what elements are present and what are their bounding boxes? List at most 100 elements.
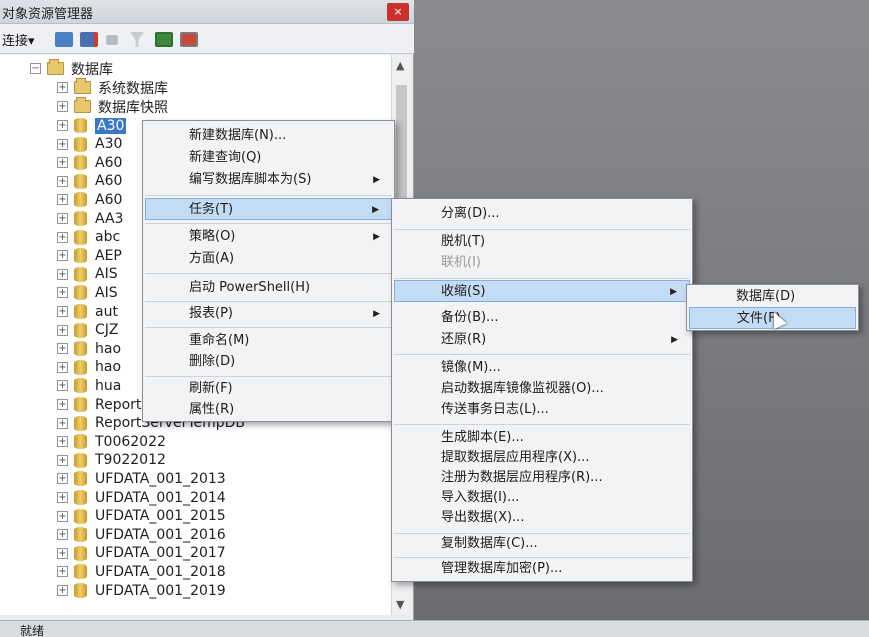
expand-icon[interactable]: + <box>57 380 68 392</box>
tree-node-database[interactable]: + AIS <box>57 265 118 284</box>
menu-item-shrink[interactable]: 收缩(S) ▶ <box>394 280 690 302</box>
expand-icon[interactable]: + <box>57 454 68 466</box>
tree-node-database[interactable]: + hua <box>57 376 121 395</box>
expand-icon[interactable]: + <box>57 361 68 373</box>
tree-node-database[interactable]: + UFDATA_001_2014 <box>57 488 226 507</box>
menu-item-launch-mirror-monitor[interactable]: 启动数据库镜像监视器(O)... <box>394 378 690 400</box>
menu-item-script-database[interactable]: 编写数据库脚本为(S) ▶ <box>145 169 392 191</box>
expand-icon[interactable]: + <box>57 566 68 578</box>
tree-node-database[interactable]: + UFDATA_001_2018 <box>57 562 226 581</box>
menu-item-facets[interactable]: 方面(A) <box>145 248 392 270</box>
collapse-icon[interactable]: − <box>30 63 41 74</box>
tree-node-database[interactable]: + A60 <box>57 190 122 209</box>
menu-item-mirror[interactable]: 镜像(M)... <box>394 357 690 379</box>
tree-node-database[interactable]: + AEP <box>57 246 122 265</box>
expand-icon[interactable]: + <box>57 343 68 355</box>
scroll-up-icon[interactable]: ▲ <box>396 59 404 72</box>
expand-icon[interactable]: + <box>57 287 68 299</box>
menu-item-reports[interactable]: 报表(P) ▶ <box>145 303 392 325</box>
tree-node-database[interactable]: + UFDATA_001_2019 <box>57 581 226 600</box>
menu-item-register-data-tier-app[interactable]: 注册为数据层应用程序(R)... <box>394 467 690 489</box>
refresh-icon[interactable] <box>155 32 173 47</box>
tree-node-database[interactable]: + abc <box>57 228 120 247</box>
expand-icon[interactable]: + <box>57 231 68 243</box>
menu-item-backup[interactable]: 备份(B)... <box>394 307 690 329</box>
menu-item-rename[interactable]: 重命名(M) <box>145 330 392 352</box>
tree-node-database[interactable]: + T0062022 <box>57 432 166 451</box>
tree-node-database[interactable]: + A60 <box>57 153 122 172</box>
tree-node-database[interactable]: + A30 <box>57 116 127 135</box>
expand-icon[interactable]: + <box>57 436 68 448</box>
tree-node-database[interactable]: + A30 <box>57 135 122 154</box>
connect-dropdown-button[interactable]: 连接▾ <box>2 30 35 49</box>
menu-item-delete[interactable]: 删除(D) <box>145 351 392 373</box>
tree-node-database[interactable]: + T9022012 <box>57 451 166 470</box>
folder-icon <box>47 59 64 75</box>
tree-node-database-snapshots[interactable]: + 数据库快照 <box>57 97 168 116</box>
tree-node-databases[interactable]: − 数据库 <box>30 59 113 78</box>
expand-icon[interactable]: + <box>57 324 68 336</box>
expand-icon[interactable]: + <box>57 268 68 280</box>
expand-icon[interactable]: + <box>57 417 68 429</box>
menu-item-ship-transaction-logs[interactable]: 传送事务日志(L)... <box>394 399 690 421</box>
expand-icon[interactable]: + <box>57 194 68 206</box>
menu-item-shrink-database[interactable]: 数据库(D) <box>689 286 856 308</box>
expand-icon[interactable]: + <box>57 306 68 317</box>
menu-item-export-data[interactable]: 导出数据(X)... <box>394 507 690 529</box>
tree-node-system-databases[interactable]: + 系统数据库 <box>57 78 168 97</box>
database-icon <box>74 359 87 375</box>
menu-item-start-powershell[interactable]: 启动 PowerShell(H) <box>145 277 392 299</box>
tree-node-database[interactable]: + CJZ <box>57 321 119 340</box>
stop-icon[interactable] <box>106 35 118 45</box>
tree-node-database[interactable]: + AIS <box>57 283 118 302</box>
expand-icon[interactable]: + <box>57 213 68 224</box>
disconnect-icon[interactable] <box>80 32 98 47</box>
tree-node-database[interactable]: + UFDATA_001_2015 <box>57 507 226 526</box>
expand-icon[interactable]: + <box>57 157 68 169</box>
expand-icon[interactable]: + <box>57 492 68 503</box>
expand-icon[interactable]: + <box>57 399 68 410</box>
close-button[interactable]: × <box>387 3 409 21</box>
tree-node-database[interactable]: + hao <box>57 339 121 358</box>
tree-node-database[interactable]: + UFDATA_001_2017 <box>57 544 226 563</box>
menu-item-policies[interactable]: 策略(O) ▶ <box>145 226 392 248</box>
tree-node-label: UFDATA_001_2018 <box>95 563 226 580</box>
menu-item-take-offline[interactable]: 脱机(T) <box>394 231 690 253</box>
expand-icon[interactable]: + <box>57 138 68 150</box>
tree-node-database[interactable]: + UFDATA_001_2016 <box>57 525 226 544</box>
menu-item-properties[interactable]: 属性(R) <box>145 399 392 421</box>
menu-item-manage-database-encryption[interactable]: 管理数据库加密(P)... <box>394 558 690 580</box>
menu-item-extract-data-tier-app[interactable]: 提取数据层应用程序(X)... <box>394 447 690 469</box>
menu-item-tasks[interactable]: 任务(T) ▶ <box>145 198 392 220</box>
menu-item-generate-scripts[interactable]: 生成脚本(E)... <box>394 427 690 449</box>
expand-icon[interactable]: + <box>57 547 68 559</box>
expand-icon[interactable]: + <box>57 250 68 262</box>
menu-item-detach[interactable]: 分离(D)... <box>394 203 690 225</box>
menu-item-copy-database[interactable]: 复制数据库(C)... <box>394 533 690 555</box>
tree-node-database[interactable]: + hao <box>57 358 121 377</box>
menu-label: 生成脚本(E)... <box>441 430 524 445</box>
expand-icon[interactable]: + <box>57 120 68 131</box>
filter-icon[interactable] <box>130 32 144 47</box>
menu-item-refresh[interactable]: 刷新(F) <box>145 378 392 400</box>
menu-item-new-database[interactable]: 新建数据库(N)... <box>145 125 392 147</box>
menu-separator <box>394 354 690 355</box>
tree-node-database[interactable]: + UFDATA_001_2013 <box>57 469 226 488</box>
activity-monitor-icon[interactable] <box>180 32 198 47</box>
expand-icon[interactable]: + <box>57 82 68 93</box>
expand-icon[interactable]: + <box>57 585 68 596</box>
menu-item-restore[interactable]: 还原(R) ▶ <box>394 329 690 351</box>
menu-item-new-query[interactable]: 新建查询(Q) <box>145 147 392 169</box>
menu-label: 导出数据(X)... <box>441 510 525 525</box>
menu-item-import-data[interactable]: 导入数据(I)... <box>394 487 690 509</box>
tree-node-database[interactable]: + AA3 <box>57 209 123 228</box>
expand-icon[interactable]: + <box>57 473 68 485</box>
tree-node-database[interactable]: + aut <box>57 302 118 321</box>
expand-icon[interactable]: + <box>57 175 68 187</box>
scroll-down-icon[interactable]: ▼ <box>396 598 404 611</box>
expand-icon[interactable]: + <box>57 510 68 522</box>
tree-node-database[interactable]: + A60 <box>57 172 122 191</box>
expand-icon[interactable]: + <box>57 101 68 112</box>
connect-icon[interactable] <box>55 32 73 47</box>
expand-icon[interactable]: + <box>57 529 68 541</box>
